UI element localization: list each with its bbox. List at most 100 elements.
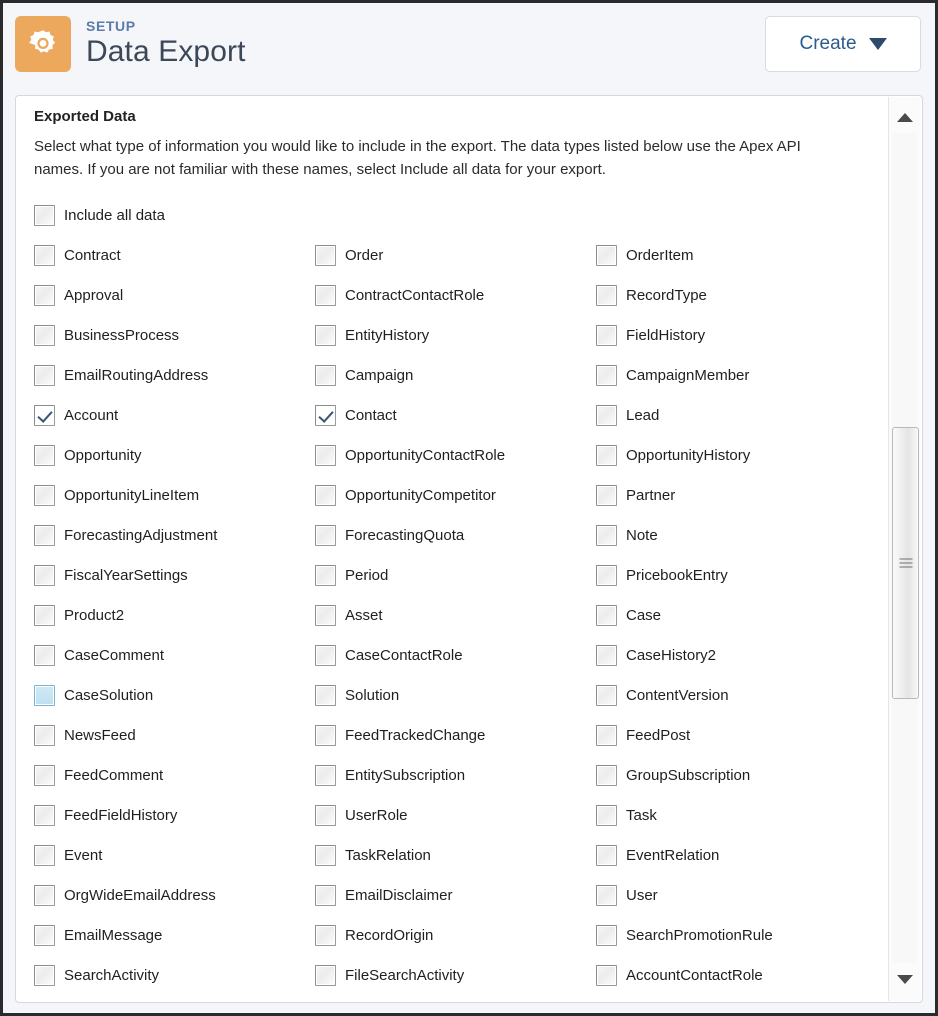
checkbox-row[interactable]: Include all data — [34, 196, 315, 236]
checkbox-row[interactable]: CaseSolution — [34, 676, 315, 716]
checkbox-row[interactable]: AccountContactRole — [596, 956, 877, 996]
checkbox-input[interactable] — [596, 325, 617, 347]
checkbox-row[interactable]: Contact — [315, 396, 596, 436]
checkbox-input[interactable] — [596, 485, 617, 507]
checkbox-row[interactable]: FeedFieldHistory — [34, 796, 315, 836]
checkbox-row[interactable]: Account — [34, 396, 315, 436]
checkbox-input[interactable] — [34, 725, 55, 747]
checkbox-row[interactable]: SearchActivity — [34, 956, 315, 996]
checkbox-input[interactable] — [34, 445, 55, 467]
checkbox-input[interactable] — [315, 485, 336, 507]
checkbox-input[interactable] — [596, 405, 617, 427]
checkbox-row[interactable]: ForecastingQuota — [315, 516, 596, 556]
checkbox-input[interactable] — [315, 445, 336, 467]
checkbox-row[interactable]: Lead — [596, 396, 877, 436]
checkbox-row[interactable]: Solution — [315, 676, 596, 716]
checkbox-input[interactable] — [596, 885, 617, 907]
checkbox-row[interactable]: CaseHistory2 — [596, 636, 877, 676]
checkbox-input[interactable] — [34, 405, 55, 427]
checkbox-row[interactable]: FeedComment — [34, 756, 315, 796]
checkbox-row[interactable]: Approval — [34, 276, 315, 316]
checkbox-row[interactable]: CaseComment — [34, 636, 315, 676]
checkbox-row[interactable]: EntityHistory — [315, 316, 596, 356]
checkbox-row[interactable]: RecordType — [596, 276, 877, 316]
checkbox-row[interactable]: OrderItem — [596, 236, 877, 276]
checkbox-row[interactable]: BusinessProcess — [34, 316, 315, 356]
checkbox-input[interactable] — [34, 765, 55, 787]
checkbox-input[interactable] — [315, 885, 336, 907]
checkbox-row[interactable]: EmailRoutingAddress — [34, 356, 315, 396]
checkbox-row[interactable]: OrgWideEmailAddress — [34, 876, 315, 916]
checkbox-row[interactable]: Campaign — [315, 356, 596, 396]
checkbox-input[interactable] — [315, 805, 336, 827]
scrollbar-thumb[interactable] — [892, 427, 919, 699]
checkbox-input[interactable] — [34, 485, 55, 507]
checkbox-row[interactable]: CampaignMember — [596, 356, 877, 396]
checkbox-row[interactable]: EmailDisclaimer — [315, 876, 596, 916]
checkbox-row[interactable]: TaskRelation — [315, 836, 596, 876]
checkbox-row[interactable]: Partner — [596, 476, 877, 516]
checkbox-row[interactable]: ForecastingAdjustment — [34, 516, 315, 556]
checkbox-row[interactable]: FiscalYearSettings — [34, 556, 315, 596]
checkbox-row[interactable]: EntitySubscription — [315, 756, 596, 796]
checkbox-input[interactable] — [315, 285, 336, 307]
checkbox-input[interactable] — [34, 205, 55, 227]
checkbox-row[interactable]: Order — [315, 236, 596, 276]
checkbox-input[interactable] — [315, 245, 336, 267]
checkbox-input[interactable] — [315, 325, 336, 347]
checkbox-row[interactable]: FileSearchActivity — [315, 956, 596, 996]
checkbox-input[interactable] — [34, 285, 55, 307]
checkbox-input[interactable] — [315, 565, 336, 587]
checkbox-row[interactable]: NewsFeed — [34, 716, 315, 756]
checkbox-input[interactable] — [34, 845, 55, 867]
checkbox-input[interactable] — [596, 525, 617, 547]
checkbox-input[interactable] — [34, 685, 55, 707]
checkbox-row[interactable]: PricebookEntry — [596, 556, 877, 596]
checkbox-input[interactable] — [596, 565, 617, 587]
checkbox-input[interactable] — [596, 605, 617, 627]
scroll-up-arrow-icon[interactable] — [889, 105, 921, 129]
checkbox-input[interactable] — [315, 645, 336, 667]
checkbox-input[interactable] — [596, 765, 617, 787]
checkbox-input[interactable] — [596, 965, 617, 987]
checkbox-input[interactable] — [315, 605, 336, 627]
checkbox-input[interactable] — [315, 845, 336, 867]
panel-scrollbar[interactable] — [888, 97, 921, 1001]
checkbox-input[interactable] — [34, 885, 55, 907]
checkbox-row[interactable]: Event — [34, 836, 315, 876]
checkbox-row[interactable]: OpportunityHistory — [596, 436, 877, 476]
checkbox-row[interactable]: Case — [596, 596, 877, 636]
checkbox-row[interactable]: RecordOrigin — [315, 916, 596, 956]
checkbox-input[interactable] — [596, 845, 617, 867]
create-button[interactable]: Create — [765, 16, 921, 72]
checkbox-row[interactable]: CaseContactRole — [315, 636, 596, 676]
checkbox-input[interactable] — [315, 685, 336, 707]
checkbox-row[interactable]: Task — [596, 796, 877, 836]
checkbox-row[interactable]: OpportunityLineItem — [34, 476, 315, 516]
checkbox-input[interactable] — [315, 365, 336, 387]
checkbox-input[interactable] — [34, 605, 55, 627]
checkbox-input[interactable] — [315, 765, 336, 787]
checkbox-row[interactable]: OpportunityCompetitor — [315, 476, 596, 516]
checkbox-input[interactable] — [596, 805, 617, 827]
checkbox-input[interactable] — [34, 925, 55, 947]
checkbox-input[interactable] — [315, 405, 336, 427]
checkbox-input[interactable] — [596, 245, 617, 267]
checkbox-input[interactable] — [596, 685, 617, 707]
checkbox-row[interactable]: FeedTrackedChange — [315, 716, 596, 756]
checkbox-input[interactable] — [596, 925, 617, 947]
checkbox-input[interactable] — [315, 725, 336, 747]
checkbox-row[interactable]: Opportunity — [34, 436, 315, 476]
checkbox-input[interactable] — [34, 245, 55, 267]
checkbox-row[interactable]: User — [596, 876, 877, 916]
checkbox-input[interactable] — [34, 525, 55, 547]
checkbox-row[interactable]: Period — [315, 556, 596, 596]
checkbox-row[interactable]: Asset — [315, 596, 596, 636]
checkbox-row[interactable]: UserRole — [315, 796, 596, 836]
checkbox-row[interactable]: GroupSubscription — [596, 756, 877, 796]
checkbox-row[interactable]: FeedPost — [596, 716, 877, 756]
checkbox-input[interactable] — [315, 925, 336, 947]
checkbox-row[interactable]: OpportunityContactRole — [315, 436, 596, 476]
checkbox-row[interactable]: SearchPromotionRule — [596, 916, 877, 956]
checkbox-row[interactable]: Product2 — [34, 596, 315, 636]
